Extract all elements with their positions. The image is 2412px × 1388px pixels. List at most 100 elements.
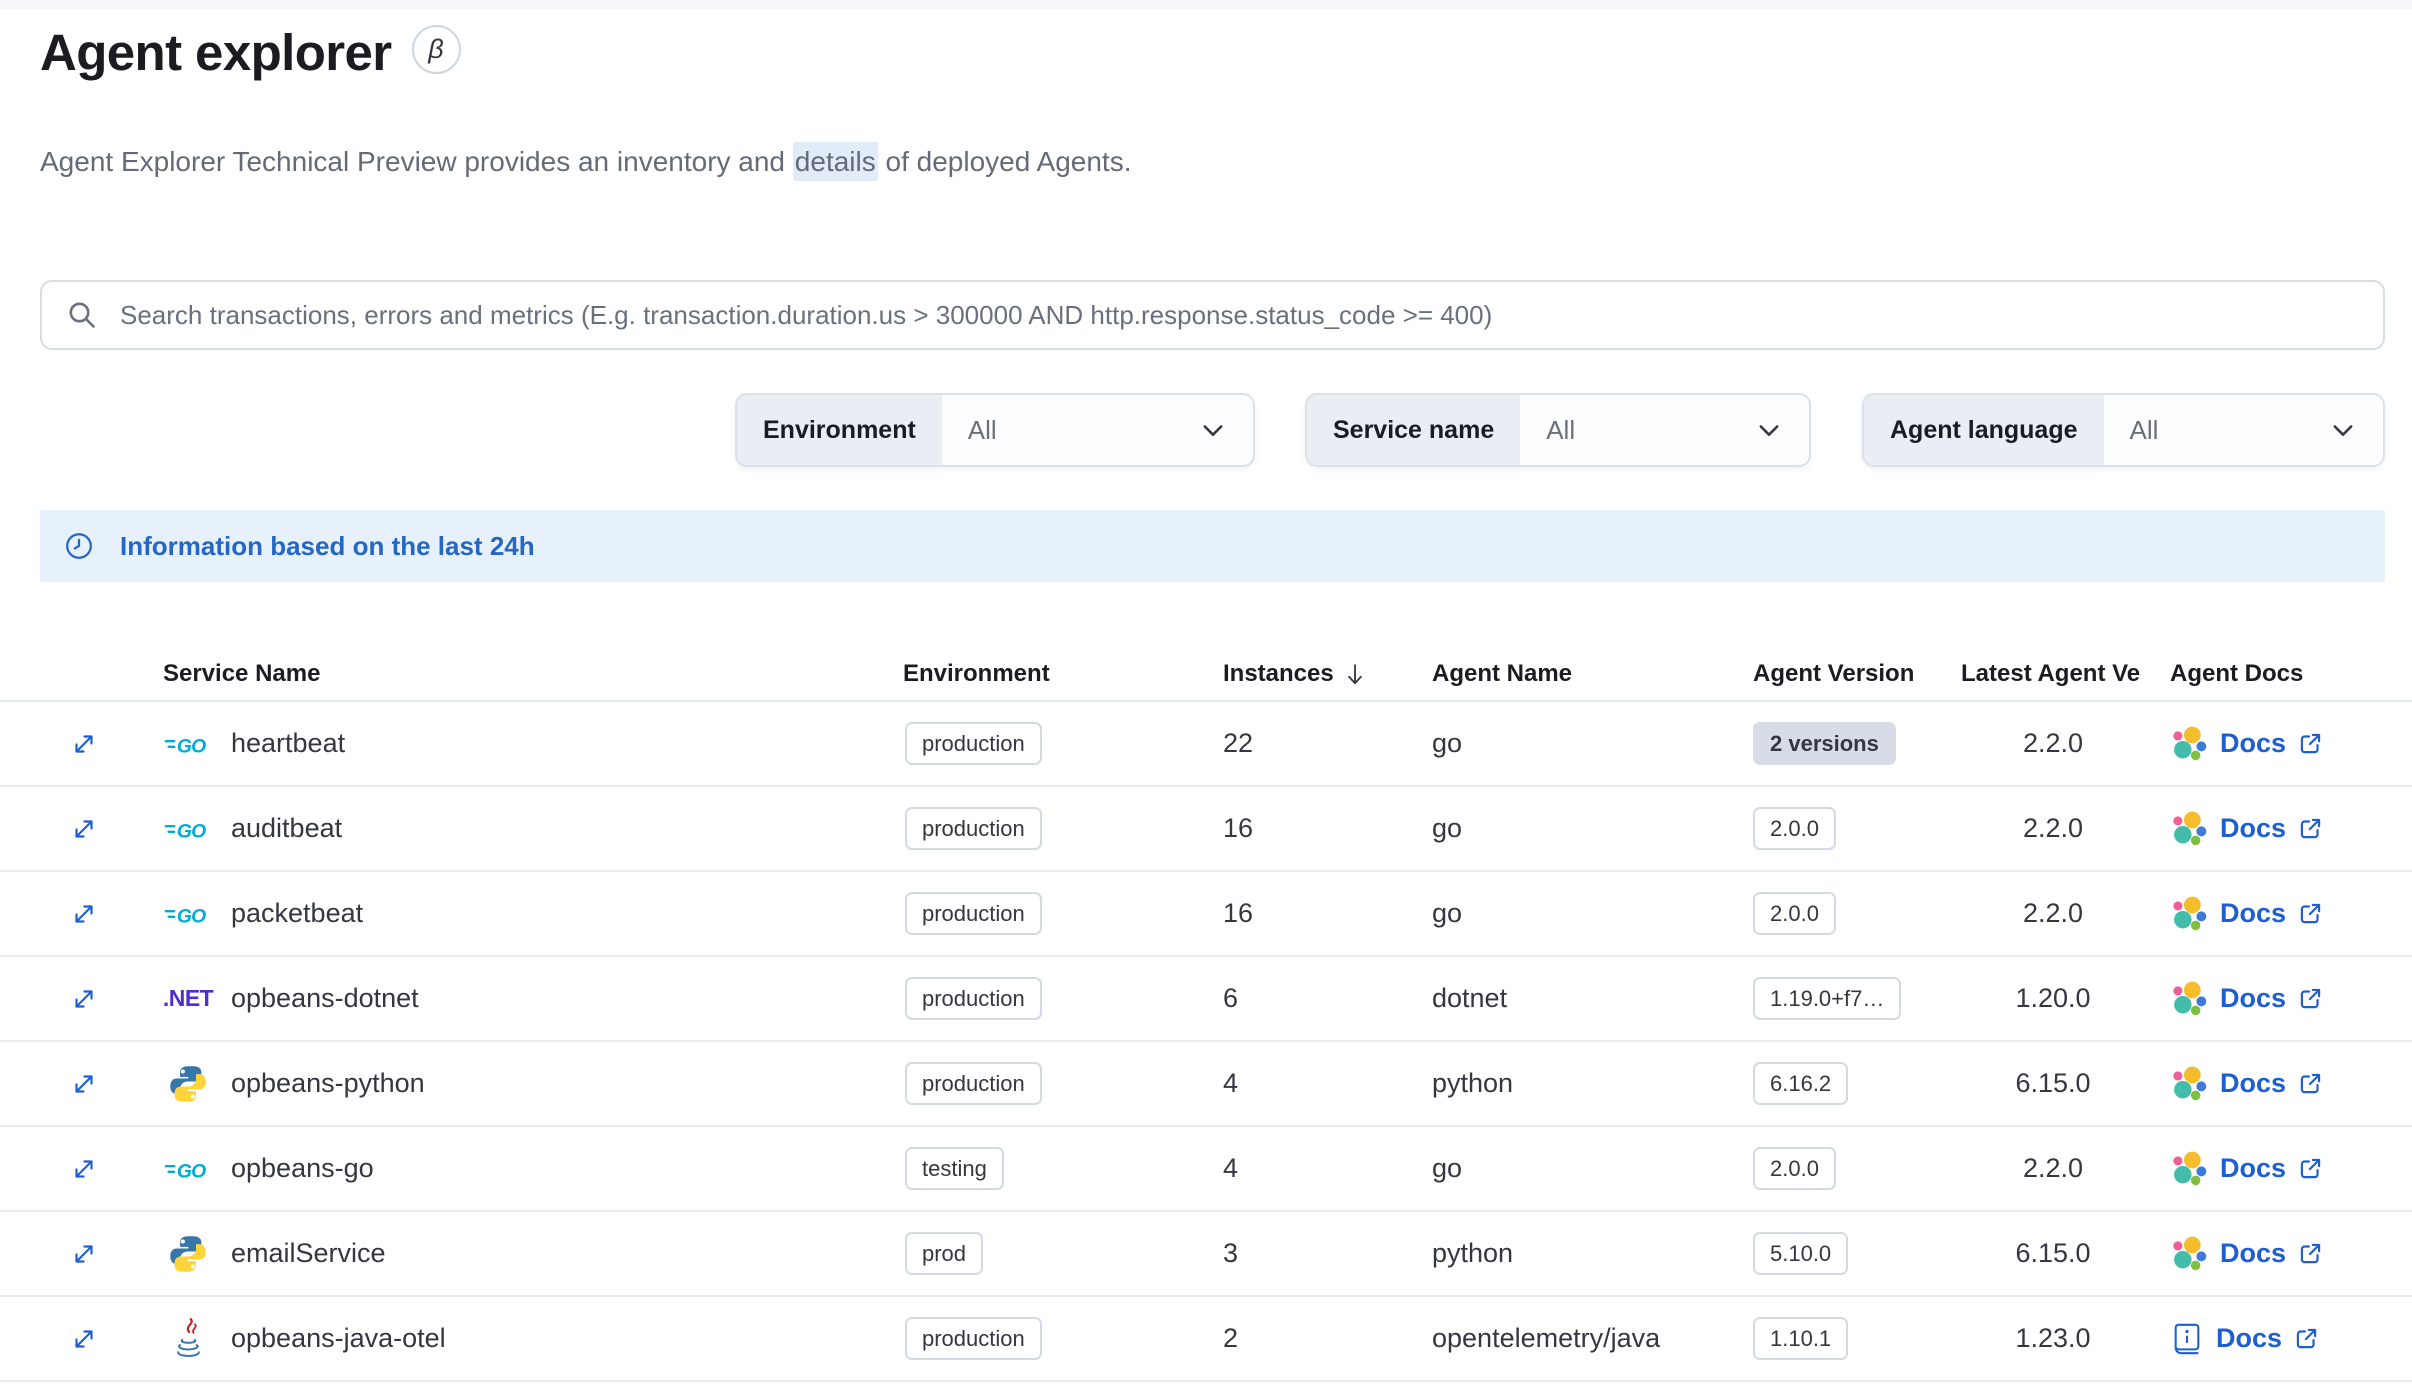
agent-version-badge: 5.10.0 (1753, 1231, 1849, 1276)
expand-row-button[interactable] (69, 899, 99, 929)
table-rows: GO heartbeat production 22 go 2 versions 2.2.0… (0, 702, 2412, 1382)
chevron-down-icon[interactable] (1199, 395, 1253, 465)
go-icon: GO (163, 814, 213, 844)
agent-docs-link[interactable]: Docs (2170, 980, 2323, 1018)
instances-value: 4 (1223, 1153, 1239, 1183)
environment-badge: production (905, 1316, 1042, 1361)
environment-badge: production (905, 891, 1042, 936)
subtitle-highlighted-text: details (792, 142, 878, 181)
column-header-agent-docs[interactable]: Agent Docs (2170, 648, 2303, 700)
instances-value: 6 (1223, 983, 1239, 1013)
banner-text: Information based on the last 24h (120, 530, 535, 561)
svg-text:GO: GO (177, 820, 206, 842)
expand-row-button[interactable] (69, 814, 99, 844)
agent-docs-link[interactable]: Docs (2170, 1322, 2319, 1356)
expand-row-button[interactable] (69, 1069, 99, 1099)
agent-language-filter-label: Agent language (1864, 395, 2104, 465)
external-link-icon (2298, 1241, 2323, 1266)
agent-docs-link[interactable]: Docs (2170, 895, 2323, 933)
instances-value: 22 (1223, 728, 1254, 758)
chevron-down-icon[interactable] (2329, 395, 2383, 465)
elastic-logo-icon (2170, 725, 2208, 763)
agent-name: go (1432, 898, 1463, 928)
agent-language-filter-value[interactable]: All (2104, 395, 2329, 465)
column-header-agent-name[interactable]: Agent Name (1432, 648, 1572, 700)
service-name-filter-value[interactable]: All (1520, 395, 1755, 465)
table-row: opbeans-python production 4 python 6.16.2 6.1… (0, 1042, 2412, 1127)
agent-version-badge: 6.16.2 (1753, 1061, 1849, 1106)
agent-docs-link[interactable]: Docs (2170, 1150, 2323, 1188)
chevron-down-icon[interactable] (1755, 395, 1809, 465)
column-header-instances[interactable]: Instances (1223, 648, 1366, 700)
environment-badge: production (905, 721, 1042, 766)
latest-agent-version: 2.2.0 (2022, 728, 2084, 758)
svg-text:GO: GO (177, 905, 206, 927)
java-icon (163, 1317, 213, 1361)
environment-filter[interactable]: Environment All (735, 393, 1255, 467)
agent-docs-link[interactable]: Docs (2170, 1235, 2323, 1273)
instances-value: 4 (1223, 1068, 1239, 1098)
external-link-icon (2298, 816, 2323, 841)
instances-value: 16 (1223, 813, 1254, 843)
page-title: Agent explorer (40, 24, 392, 81)
elastic-logo-icon (2170, 1150, 2208, 1188)
latest-agent-version: 1.20.0 (2015, 983, 2091, 1013)
environment-filter-value[interactable]: All (942, 395, 1199, 465)
docs-link-label: Docs (2220, 1238, 2287, 1268)
elastic-logo-icon (2170, 1065, 2208, 1103)
agent-docs-link[interactable]: Docs (2170, 725, 2323, 763)
elastic-logo-icon (2170, 810, 2208, 848)
column-header-environment[interactable]: Environment (903, 648, 1050, 700)
table-row: GO heartbeat production 22 go 2 versions 2.2.0… (0, 702, 2412, 787)
external-link-icon (2298, 1071, 2323, 1096)
agent-docs-link[interactable]: Docs (2170, 810, 2323, 848)
agent-name: go (1432, 1153, 1463, 1183)
agent-name: go (1432, 813, 1463, 843)
page-subtitle: Agent Explorer Technical Preview provide… (40, 142, 1131, 181)
elastic-logo-icon (2170, 1235, 2208, 1273)
go-icon: GO (163, 729, 213, 759)
column-header-agent-version[interactable]: Agent Version (1753, 648, 1914, 700)
go-icon: GO (163, 1154, 213, 1184)
latest-agent-version: 6.15.0 (2015, 1238, 2091, 1268)
expand-row-button[interactable] (69, 1324, 99, 1354)
agent-docs-link[interactable]: Docs (2170, 1065, 2323, 1103)
latest-agent-version: 2.2.0 (2022, 813, 2084, 843)
service-name-filter[interactable]: Service name All (1305, 393, 1811, 467)
service-name-filter-label: Service name (1307, 395, 1521, 465)
expand-row-button[interactable] (69, 1239, 99, 1269)
table-row: .NET opbeans-dotnet production 6 dotnet 1.19.… (0, 957, 2412, 1042)
agent-name: python (1432, 1238, 1514, 1268)
docs-link-label: Docs (2220, 983, 2287, 1013)
search-input[interactable] (118, 298, 2359, 332)
expand-row-button[interactable] (69, 729, 99, 759)
sort-descending-icon (1344, 661, 1366, 688)
column-header-service-name[interactable]: Service Name (163, 648, 320, 700)
environment-badge: production (905, 1061, 1042, 1106)
service-name: heartbeat (231, 728, 346, 758)
dotnet-icon: .NET (162, 985, 214, 1011)
svg-text:GO: GO (177, 735, 206, 757)
agent-name: dotnet (1432, 983, 1508, 1013)
table-row: GO packetbeat production 16 go 2.0.0 2.2.0 Docs (0, 872, 2412, 957)
agent-version-badge[interactable]: 2 versions (1753, 721, 1896, 766)
latest-agent-version: 6.15.0 (2015, 1068, 2091, 1098)
service-name: auditbeat (231, 813, 343, 843)
expand-row-button[interactable] (69, 1154, 99, 1184)
latest-agent-version: 2.2.0 (2022, 898, 2084, 928)
clock-icon (64, 531, 94, 561)
service-name: opbeans-go (231, 1153, 374, 1183)
agent-language-filter[interactable]: Agent language All (1862, 393, 2385, 467)
external-link-icon (2298, 986, 2323, 1011)
search-icon (66, 299, 98, 331)
expand-row-button[interactable] (69, 984, 99, 1014)
agent-version-badge: 1.10.1 (1753, 1316, 1849, 1361)
column-header-latest-agent-version[interactable]: Latest Agent Ve (1961, 648, 2161, 700)
instances-value: 16 (1223, 898, 1254, 928)
search-bar (40, 280, 2385, 350)
elastic-logo-icon (2170, 895, 2208, 933)
service-name: emailService (231, 1238, 386, 1268)
docs-link-label: Docs (2220, 1068, 2287, 1098)
beta-badge: β (411, 25, 461, 74)
docs-link-label: Docs (2220, 728, 2287, 758)
